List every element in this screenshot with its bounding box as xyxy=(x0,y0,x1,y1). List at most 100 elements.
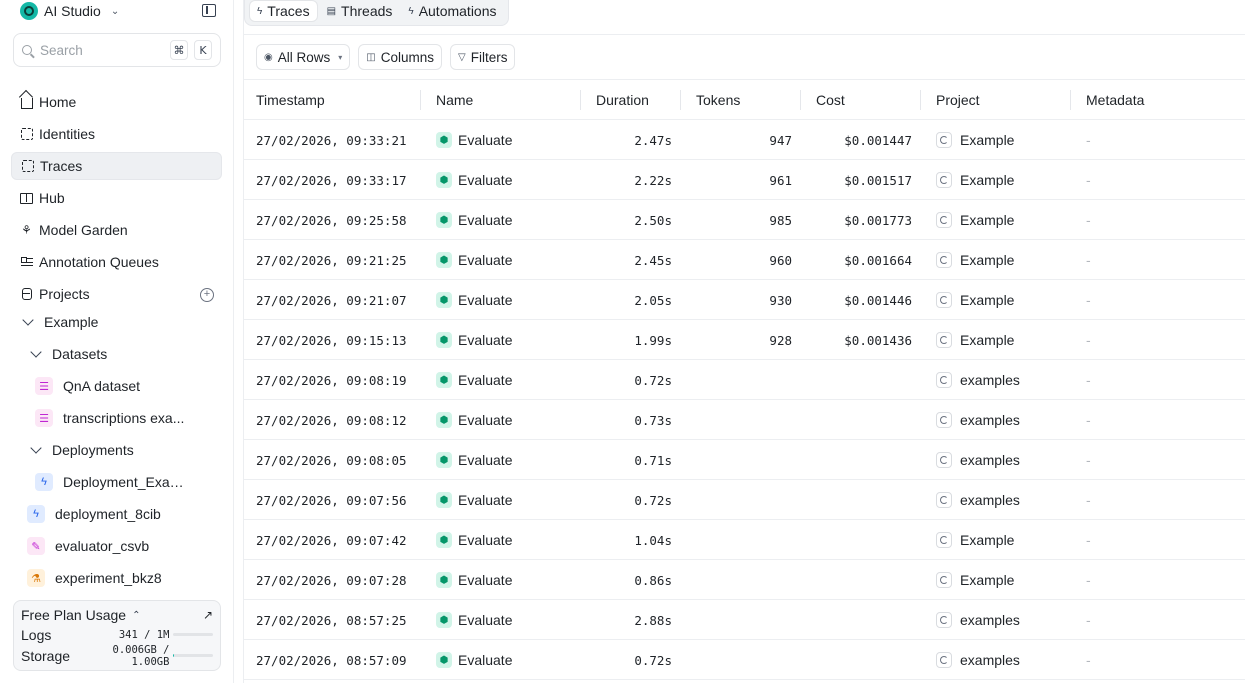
trace-name: Evaluate xyxy=(458,332,513,348)
trace-name: Evaluate xyxy=(458,412,513,428)
cell-name: ⬢ Evaluate xyxy=(436,560,512,600)
cell-timestamp: 27/02/2026, 08:57:25 xyxy=(256,612,407,628)
cell-tokens xyxy=(696,360,792,400)
tree-item-deployment[interactable]: ϟ deployment_8cib xyxy=(27,500,161,528)
cell-name: ⬢ Evaluate xyxy=(436,280,512,320)
sidebar-item-annotation-queues[interactable]: Annotation Queues xyxy=(11,248,222,276)
search-box[interactable]: ⌘ K xyxy=(13,33,221,67)
tree-project-example[interactable]: Example xyxy=(22,308,98,336)
cube-icon: ⬢ xyxy=(436,492,452,508)
table-row[interactable]: 27/02/2026, 09:21:07 ⬢ Evaluate 2.05s 93… xyxy=(244,280,1245,320)
column-resizer[interactable] xyxy=(680,90,681,110)
table-header: Timestamp Name Duration Tokens Cost Proj… xyxy=(244,80,1245,120)
table-row[interactable]: 27/02/2026, 09:25:58 ⬢ Evaluate 2.50s 98… xyxy=(244,200,1245,240)
external-link-icon[interactable]: ↗ xyxy=(203,608,213,622)
all-rows-button[interactable]: ◉ All Rows ▾ xyxy=(256,44,351,70)
trace-name: Evaluate xyxy=(458,372,513,388)
add-project-icon[interactable]: + xyxy=(200,288,214,302)
usage-header[interactable]: Free Plan Usage ⌃ ↗ xyxy=(21,606,213,624)
cell-tokens: 928 xyxy=(769,332,792,348)
cell-tokens: 960 xyxy=(769,252,792,268)
column-header-project[interactable]: Project xyxy=(936,80,980,120)
tab-automations[interactable]: ϟ Automations xyxy=(401,0,503,22)
cell-metadata: - xyxy=(1086,332,1091,348)
table-row[interactable]: 27/02/2026, 09:15:13 ⬢ Evaluate 1.99s 92… xyxy=(244,320,1245,360)
tree-item-evaluator[interactable]: ✎ evaluator_csvb xyxy=(27,532,149,560)
sidebar-item-traces[interactable]: Traces xyxy=(11,152,222,180)
table-row[interactable]: 27/02/2026, 09:33:21 ⬢ Evaluate 2.47s 94… xyxy=(244,120,1245,160)
sidebar-item-projects[interactable]: Projects xyxy=(11,280,222,308)
column-resizer[interactable] xyxy=(1070,90,1071,110)
bolt-icon: ϟ xyxy=(408,5,414,17)
column-header-cost[interactable]: Cost xyxy=(816,80,845,120)
cell-tokens: 947 xyxy=(769,132,792,148)
table-row[interactable]: 27/02/2026, 09:33:17 ⬢ Evaluate 2.22s 96… xyxy=(244,160,1245,200)
book-icon xyxy=(20,192,33,205)
k-key: K xyxy=(194,40,212,60)
column-resizer[interactable] xyxy=(420,90,421,110)
sidebar-item-hub[interactable]: Hub xyxy=(11,184,222,212)
column-resizer[interactable] xyxy=(800,90,801,110)
cell-metadata: - xyxy=(1086,492,1091,508)
tree-dataset-transcriptions[interactable]: ☰ transcriptions exa... xyxy=(35,404,185,432)
tree-label: Datasets xyxy=(52,346,108,362)
column-resizer[interactable] xyxy=(920,90,921,110)
sidebar-item-home[interactable]: Home xyxy=(11,88,222,116)
cell-metadata: - xyxy=(1086,612,1091,628)
all-rows-label: All Rows xyxy=(277,49,331,65)
table-row[interactable]: 27/02/2026, 09:07:56 ⬢ Evaluate 0.72s ex… xyxy=(244,480,1245,520)
column-header-timestamp[interactable]: Timestamp xyxy=(256,80,325,120)
table-row[interactable]: 27/02/2026, 09:21:25 ⬢ Evaluate 2.45s 96… xyxy=(244,240,1245,280)
filters-button[interactable]: ▽ Filters xyxy=(450,44,516,70)
column-header-duration[interactable]: Duration xyxy=(596,80,649,120)
tree-deployment-example[interactable]: ϟ Deployment_Exam... xyxy=(35,468,185,496)
project-name: Example xyxy=(960,252,1015,268)
tree-item-experiment[interactable]: ⚗ experiment_bkz8 xyxy=(27,564,162,592)
table-row[interactable]: 27/02/2026, 08:57:09 ⬢ Evaluate 0.72s ex… xyxy=(244,640,1245,680)
table-row[interactable]: 27/02/2026, 08:57:25 ⬢ Evaluate 2.88s ex… xyxy=(244,600,1245,640)
cell-tokens: 930 xyxy=(769,292,792,308)
cell-cost xyxy=(816,520,912,560)
sidebar-item-model-garden[interactable]: ⚘ Model Garden xyxy=(11,216,222,244)
column-header-metadata[interactable]: Metadata xyxy=(1086,80,1144,120)
cell-duration: 0.72s xyxy=(634,492,672,508)
usage-logs: Logs 341 / 1M xyxy=(21,624,213,645)
table-row[interactable]: 27/02/2026, 09:08:12 ⬢ Evaluate 0.73s ex… xyxy=(244,400,1245,440)
cell-cost xyxy=(816,640,912,680)
search-input[interactable] xyxy=(40,42,152,58)
cell-timestamp: 27/02/2026, 09:21:25 xyxy=(256,252,407,268)
column-header-name[interactable]: Name xyxy=(436,80,473,120)
trace-name: Evaluate xyxy=(458,132,513,148)
cell-metadata: - xyxy=(1086,572,1091,588)
cell-cost: $0.001436 xyxy=(844,332,912,348)
project-name: examples xyxy=(960,372,1020,388)
cell-project: Example xyxy=(936,320,1014,360)
column-resizer[interactable] xyxy=(580,90,581,110)
cell-tokens xyxy=(696,440,792,480)
bolt-icon: ϟ xyxy=(35,473,53,491)
table-row[interactable]: 27/02/2026, 09:07:42 ⬢ Evaluate 1.04s Ex… xyxy=(244,520,1245,560)
tree-folder-deployments[interactable]: Deployments xyxy=(30,436,134,464)
workspace-switcher[interactable]: AI Studio ⌄ xyxy=(20,1,119,21)
column-header-tokens[interactable]: Tokens xyxy=(696,80,740,120)
columns-button[interactable]: ◫ Columns xyxy=(358,44,442,70)
trace-name: Evaluate xyxy=(458,172,513,188)
filter-icon: ▽ xyxy=(458,51,466,63)
table-row[interactable]: 27/02/2026, 09:08:19 ⬢ Evaluate 0.72s ex… xyxy=(244,360,1245,400)
tab-threads[interactable]: ▤ Threads xyxy=(320,0,400,22)
table-row[interactable]: 27/02/2026, 09:07:28 ⬢ Evaluate 0.86s Ex… xyxy=(244,560,1245,600)
filters-label: Filters xyxy=(470,49,508,65)
plan-usage-card: Free Plan Usage ⌃ ↗ Logs 341 / 1M Storag… xyxy=(13,600,221,671)
eye-icon: ◉ xyxy=(264,51,273,63)
tree-folder-datasets[interactable]: Datasets xyxy=(30,340,107,368)
cube-icon: ⬢ xyxy=(436,532,452,548)
trace-name: Evaluate xyxy=(458,652,513,668)
tree-dataset-qna[interactable]: ☰ QnA dataset xyxy=(35,372,185,400)
sidebar-toggle-icon[interactable] xyxy=(202,4,216,17)
cell-name: ⬢ Evaluate xyxy=(436,400,512,440)
sidebar-item-identities[interactable]: Identities xyxy=(11,120,222,148)
table-row[interactable]: 27/02/2026, 09:08:05 ⬢ Evaluate 0.71s ex… xyxy=(244,440,1245,480)
trace-name: Evaluate xyxy=(458,252,513,268)
tab-traces[interactable]: ϟ Traces xyxy=(249,0,318,22)
project-icon xyxy=(936,612,952,628)
